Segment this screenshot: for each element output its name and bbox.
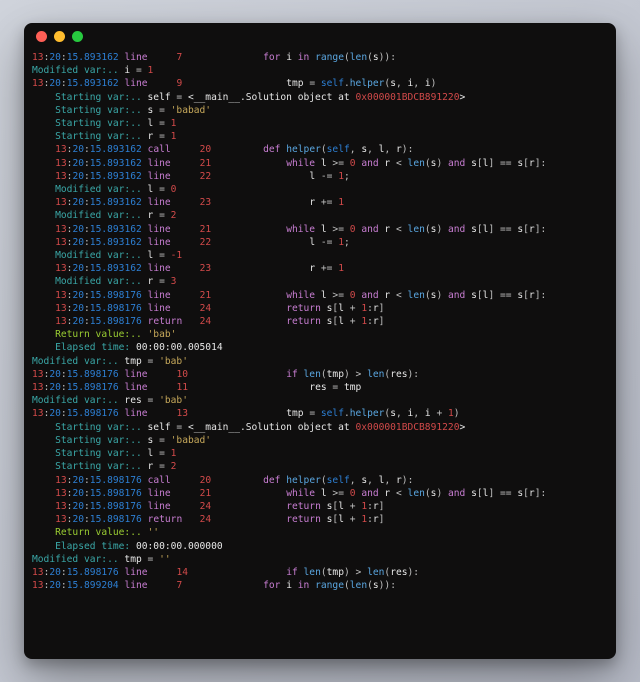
starting-var: Starting var:.. r = 1 [32, 130, 608, 143]
terminal-window: 13:20:15.893162 line 7 for i in range(le… [24, 23, 616, 659]
trace-line: 13:20:15.893162 line 23 r += 1 [32, 196, 608, 209]
return-value: Return value:.. 'bab' [32, 328, 608, 341]
starting-var: Starting var:.. s = 'babad' [32, 434, 608, 447]
trace-line: 13:20:15.898176 call 20 def helper(self,… [32, 474, 608, 487]
starting-var: Starting var:.. self = <__main__.Solutio… [32, 421, 608, 434]
trace-line: 13:20:15.898176 line 11 res = tmp [32, 381, 608, 394]
trace-line: 13:20:15.898176 line 24 return s[l + 1:r… [32, 500, 608, 513]
terminal-output: 13:20:15.893162 line 7 for i in range(le… [24, 49, 616, 659]
starting-var: Starting var:.. s = 'babad' [32, 104, 608, 117]
modified-var: Modified var:.. i = 1 [32, 64, 608, 77]
trace-line: 13:20:15.893162 line 21 while l >= 0 and… [32, 223, 608, 236]
trace-line: 13:20:15.893162 line 23 r += 1 [32, 262, 608, 275]
trace-line: 13:20:15.898176 return 24 return s[l + 1… [32, 513, 608, 526]
trace-line: 13:20:15.898176 line 21 while l >= 0 and… [32, 487, 608, 500]
trace-line: 13:20:15.898176 line 14 if len(tmp) > le… [32, 566, 608, 579]
trace-line: 13:20:15.893162 line 9 tmp = self.helper… [32, 77, 608, 90]
trace-line: 13:20:15.898176 line 24 return s[l + 1:r… [32, 302, 608, 315]
trace-line: 13:20:15.893162 line 22 l -= 1; [32, 170, 608, 183]
elapsed-time: Elapsed time: 00:00:00.005014 [32, 341, 608, 354]
modified-var: Modified var:.. r = 3 [32, 275, 608, 288]
trace-line: 13:20:15.898176 line 21 while l >= 0 and… [32, 289, 608, 302]
elapsed-time: Elapsed time: 00:00:00.000000 [32, 540, 608, 553]
trace-line: 13:20:15.898176 line 13 tmp = self.helpe… [32, 407, 608, 420]
trace-line: 13:20:15.898176 return 24 return s[l + 1… [32, 315, 608, 328]
minimize-icon[interactable] [54, 31, 65, 42]
starting-var: Starting var:.. l = 1 [32, 117, 608, 130]
modified-var: Modified var:.. l = -1 [32, 249, 608, 262]
starting-var: Starting var:.. self = <__main__.Solutio… [32, 91, 608, 104]
modified-var: Modified var:.. l = 0 [32, 183, 608, 196]
zoom-icon[interactable] [72, 31, 83, 42]
starting-var: Starting var:.. r = 2 [32, 460, 608, 473]
titlebar [24, 23, 616, 49]
starting-var: Starting var:.. l = 1 [32, 447, 608, 460]
modified-var: Modified var:.. r = 2 [32, 209, 608, 222]
trace-line: 13:20:15.893162 line 22 l -= 1; [32, 236, 608, 249]
modified-var: Modified var:.. tmp = 'bab' [32, 355, 608, 368]
return-value: Return value:.. '' [32, 526, 608, 539]
trace-line: 13:20:15.893162 line 21 while l >= 0 and… [32, 157, 608, 170]
modified-var: Modified var:.. res = 'bab' [32, 394, 608, 407]
close-icon[interactable] [36, 31, 47, 42]
trace-line: 13:20:15.893162 call 20 def helper(self,… [32, 143, 608, 156]
modified-var: Modified var:.. tmp = '' [32, 553, 608, 566]
trace-line: 13:20:15.899204 line 7 for i in range(le… [32, 579, 608, 592]
trace-line: 13:20:15.893162 line 7 for i in range(le… [32, 51, 608, 64]
trace-line: 13:20:15.898176 line 10 if len(tmp) > le… [32, 368, 608, 381]
